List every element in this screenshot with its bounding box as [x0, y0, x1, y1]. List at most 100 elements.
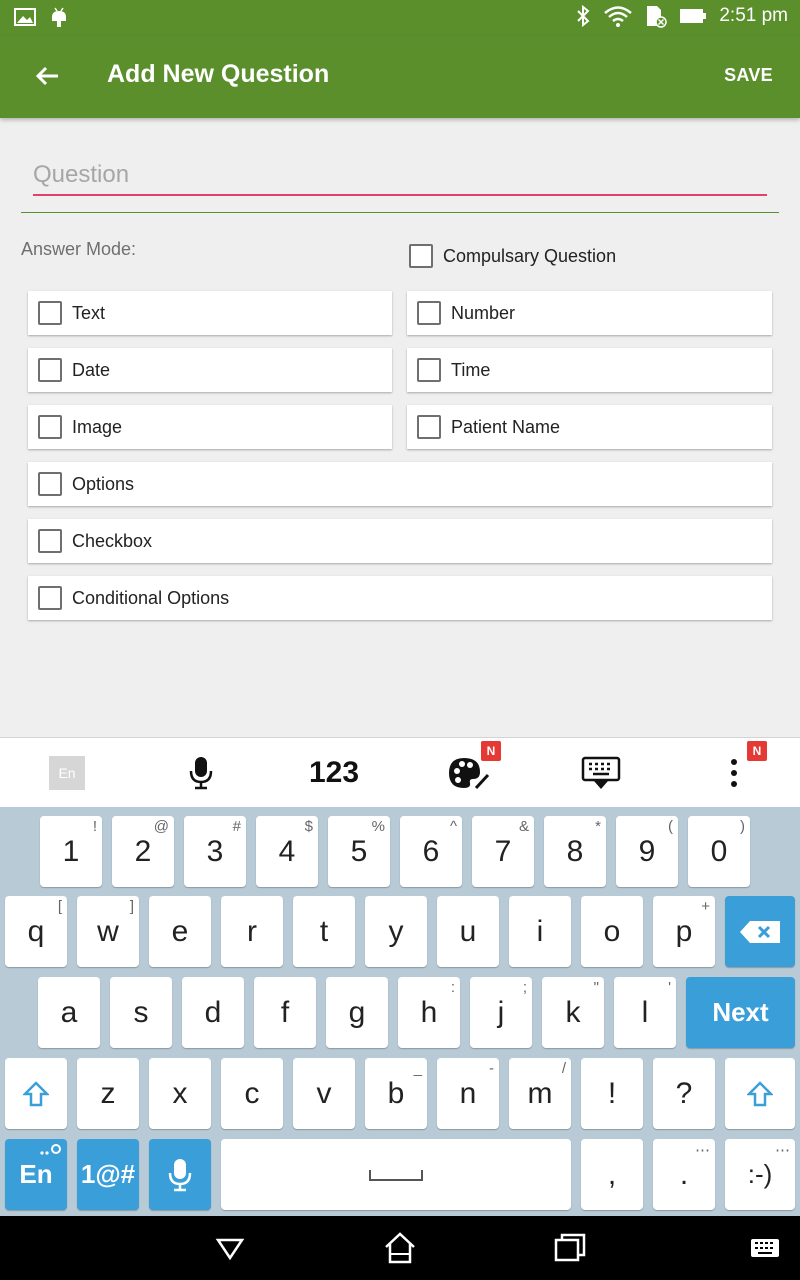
key-hint: : [450, 979, 455, 996]
answer-option-date[interactable]: Date [28, 348, 392, 392]
comma-key[interactable]: , [581, 1139, 643, 1210]
key-d[interactable]: d [182, 977, 244, 1048]
backspace-key[interactable] [725, 896, 795, 967]
key-l[interactable]: l ' [614, 977, 676, 1048]
smiley-key[interactable]: :-) ⋯ [725, 1139, 795, 1210]
answer-option-text[interactable]: Text [28, 291, 392, 335]
home-nav-button[interactable] [382, 1230, 418, 1266]
space-key[interactable] [221, 1139, 571, 1210]
key-a[interactable]: a [38, 977, 100, 1048]
key-hint: ] [129, 898, 134, 915]
key-exclamation[interactable]: ! [581, 1058, 643, 1129]
period-key[interactable]: . ⋯ [653, 1139, 715, 1210]
voice-key[interactable] [149, 1139, 211, 1210]
key-o[interactable]: o [581, 896, 643, 967]
key-4[interactable]: 4 $ [256, 816, 318, 887]
answer-option-checkbox[interactable]: Checkbox [28, 519, 772, 563]
answer-option-number[interactable]: Number [407, 291, 772, 335]
checkbox-box[interactable] [38, 301, 62, 325]
page-title: Add New Question [107, 60, 330, 88]
key-r[interactable]: r [221, 896, 283, 967]
microphone-icon [168, 1158, 192, 1191]
shift-key-left[interactable] [5, 1058, 67, 1129]
key-c[interactable]: c [221, 1058, 283, 1129]
next-key[interactable]: Next [686, 977, 795, 1048]
key-f[interactable]: f [254, 977, 316, 1048]
key-9[interactable]: 9( [616, 816, 678, 887]
key-5[interactable]: 5% [328, 816, 390, 887]
answer-option-conditional-options[interactable]: Conditional Options [28, 576, 772, 620]
key-p[interactable]: p + [653, 896, 715, 967]
key-z[interactable]: z [77, 1058, 139, 1129]
key-u[interactable]: u [437, 896, 499, 967]
checkbox-box[interactable] [417, 301, 441, 325]
key-hint: ' [668, 979, 671, 996]
answer-option-options[interactable]: Options [28, 462, 772, 506]
key-hint: / [561, 1060, 566, 1077]
back-nav-button[interactable] [212, 1230, 248, 1266]
key-w[interactable]: w] [77, 896, 139, 967]
key-hint: # [232, 818, 241, 835]
more-options-button[interactable] [722, 738, 746, 808]
key-t[interactable]: t [293, 896, 355, 967]
key-s[interactable]: s [110, 977, 172, 1048]
key-e[interactable]: e [149, 896, 211, 967]
key-8[interactable]: 8 * [544, 816, 606, 887]
key-0[interactable]: 0) [688, 816, 750, 887]
checkbox-box[interactable] [417, 415, 441, 439]
checkbox-box[interactable] [38, 358, 62, 382]
keyboard-icon [751, 1239, 779, 1257]
key-k[interactable]: k " [542, 977, 604, 1048]
key-label: k [565, 995, 581, 1029]
key-1[interactable]: 1! [40, 816, 102, 887]
shift-key-right[interactable] [725, 1058, 795, 1129]
key-label: 9 [638, 834, 656, 868]
key-label: h [420, 995, 438, 1029]
answer-option-image[interactable]: Image [28, 405, 392, 449]
back-button[interactable] [30, 58, 66, 94]
keyboard-layout-button[interactable] [580, 738, 622, 808]
question-input[interactable] [33, 156, 767, 194]
key-label: ! [607, 1076, 617, 1110]
key-question[interactable]: ? [653, 1058, 715, 1129]
key-q[interactable]: q[ [5, 896, 67, 967]
language-indicator[interactable]: En [48, 738, 86, 808]
new-badge: N [747, 741, 767, 761]
keyboard-switch-button[interactable] [748, 1230, 784, 1266]
checkbox-box[interactable] [409, 244, 433, 268]
key-m[interactable]: m / [509, 1058, 571, 1129]
key-label: 1 [62, 834, 80, 868]
key-n[interactable]: n- [437, 1058, 499, 1129]
answer-option-time[interactable]: Time [407, 348, 772, 392]
key-x[interactable]: x [149, 1058, 211, 1129]
key-6[interactable]: 6 ^ [400, 816, 462, 887]
language-key[interactable]: En [5, 1139, 67, 1210]
key-i[interactable]: i [509, 896, 571, 967]
compulsory-question-checkbox[interactable]: Compulsary Question [409, 244, 616, 268]
key-7[interactable]: 7 & [472, 816, 534, 887]
key-label: :-) [747, 1159, 773, 1189]
symbols-key[interactable]: 1@# [77, 1139, 139, 1210]
key-3[interactable]: 3 # [184, 816, 246, 887]
recents-nav-button[interactable] [552, 1230, 588, 1266]
numbers-toggle[interactable]: 123 [296, 738, 372, 808]
key-g[interactable]: g [326, 977, 388, 1048]
checkbox-box[interactable] [38, 472, 62, 496]
navigation-bar [0, 1216, 800, 1280]
checkbox-box[interactable] [38, 415, 62, 439]
save-button[interactable]: SAVE [724, 65, 773, 86]
voice-input-button[interactable] [182, 738, 220, 808]
checkbox-box[interactable] [38, 529, 62, 553]
key-j[interactable]: j; [470, 977, 532, 1048]
key-hint: ( [668, 818, 673, 835]
checkbox-box[interactable] [38, 586, 62, 610]
key-y[interactable]: y [365, 896, 427, 967]
key-v[interactable]: v [293, 1058, 355, 1129]
question-field[interactable] [33, 156, 767, 196]
key-h[interactable]: h: [398, 977, 460, 1048]
key-label: 3 [206, 834, 224, 868]
key-b[interactable]: b _ [365, 1058, 427, 1129]
key-2[interactable]: 2 @ [112, 816, 174, 887]
checkbox-box[interactable] [417, 358, 441, 382]
answer-option-patient-name[interactable]: Patient Name [407, 405, 772, 449]
